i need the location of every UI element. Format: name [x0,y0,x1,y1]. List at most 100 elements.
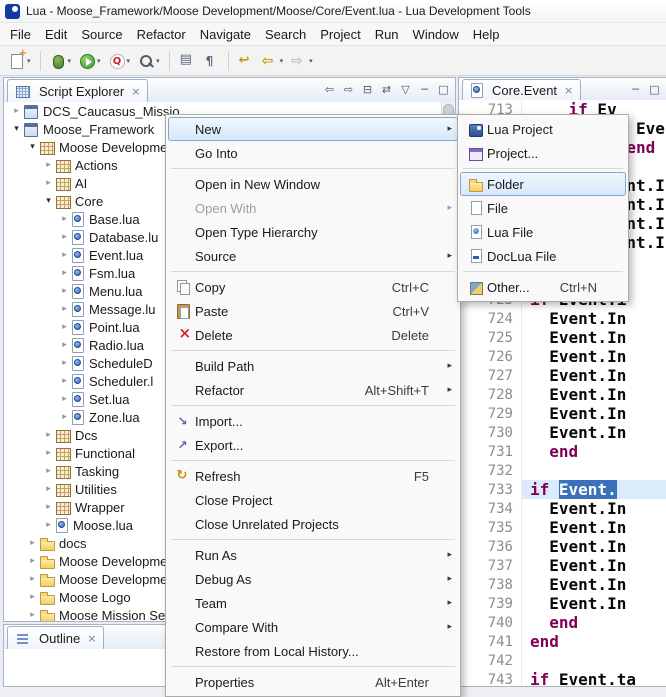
menu-item-delete[interactable]: DeleteDelete [168,323,458,347]
code-line[interactable]: 736 Event.In [459,537,666,556]
menu-source[interactable]: Source [74,25,129,44]
menu-item-refactor[interactable]: RefactorAlt+Shift+T▸ [168,378,458,402]
collapsed-arrow-icon[interactable]: ▸ [58,268,71,278]
menu-item-new[interactable]: New▸ [168,117,458,141]
code-line[interactable]: 726 Event.In [459,347,666,366]
code-line[interactable]: 730 Event.In [459,423,666,442]
collapsed-arrow-icon[interactable]: ▸ [26,574,39,584]
code-line[interactable]: 729 Event.In [459,404,666,423]
close-icon[interactable]: × [87,632,96,645]
code-line[interactable]: 728 Event.In [459,385,666,404]
collapsed-arrow-icon[interactable]: ▸ [42,484,55,494]
forward-icon[interactable]: ⇨ [341,81,356,98]
code-line[interactable]: 739 Event.In [459,594,666,613]
line-number[interactable]: 728 [459,387,521,403]
collapsed-arrow-icon[interactable]: ▸ [42,430,55,440]
menu-item-paste[interactable]: PasteCtrl+V [168,299,458,323]
collapsed-arrow-icon[interactable]: ▸ [58,304,71,314]
line-number[interactable]: 734 [459,501,521,517]
line-number[interactable]: 741 [459,634,521,650]
line-number[interactable]: 725 [459,330,521,346]
collapsed-arrow-icon[interactable]: ▸ [58,358,71,368]
collapsed-arrow-icon[interactable]: ▸ [42,178,55,188]
forward-button[interactable]: ▾ [288,49,316,73]
expanded-arrow-icon[interactable]: ▾ [26,142,39,152]
tab-script-explorer[interactable]: Script Explorer × [7,79,148,103]
menu-search[interactable]: Search [258,25,313,44]
menu-item-restore-from-local-history[interactable]: Restore from Local History... [168,639,458,663]
view-menu-icon[interactable]: ▽ [398,81,413,98]
code-line[interactable]: 724 Event.In [459,309,666,328]
line-number[interactable]: 742 [459,653,521,669]
line-number[interactable]: 743 [459,672,521,687]
collapsed-arrow-icon[interactable]: ▸ [58,250,71,260]
menu-item-folder[interactable]: Folder [460,172,626,196]
minimize-icon[interactable]: ─ [628,81,643,98]
menu-run[interactable]: Run [368,25,406,44]
menu-item-file[interactable]: File [460,196,626,220]
menu-item-open-with[interactable]: Open With▸ [168,196,458,220]
expanded-arrow-icon[interactable]: ▾ [42,196,55,206]
collapsed-arrow-icon[interactable]: ▸ [26,610,39,620]
menu-file[interactable]: File [3,25,38,44]
back-icon[interactable]: ⇦ [322,81,337,98]
menu-item-team[interactable]: Team▸ [168,591,458,615]
menu-item-close-project[interactable]: Close Project [168,488,458,512]
debug-button[interactable]: ▾ [47,49,75,73]
collapsed-arrow-icon[interactable]: ▸ [58,322,71,332]
collapsed-arrow-icon[interactable]: ▸ [42,520,55,530]
code-line[interactable]: 743if Event.ta [459,670,666,686]
maximize-icon[interactable]: □ [647,81,662,98]
code-line[interactable]: 741end [459,632,666,651]
collapsed-arrow-icon[interactable]: ▸ [42,502,55,512]
collapsed-arrow-icon[interactable]: ▸ [58,376,71,386]
menu-item-copy[interactable]: CopyCtrl+C [168,275,458,299]
maximize-icon[interactable]: □ [436,81,451,98]
collapsed-arrow-icon[interactable]: ▸ [26,538,39,548]
dropdown-arrow-icon[interactable]: ▾ [156,57,160,65]
menu-item-project[interactable]: Project... [460,141,626,165]
line-number[interactable]: 735 [459,520,521,536]
close-icon[interactable]: × [131,85,140,98]
new-wizard-button[interactable]: ▾ [6,49,34,73]
menu-item-refresh[interactable]: RefreshF5 [168,464,458,488]
collapsed-arrow-icon[interactable]: ▸ [10,106,23,116]
line-number[interactable]: 729 [459,406,521,422]
menu-window[interactable]: Window [406,25,466,44]
line-number[interactable]: 724 [459,311,521,327]
line-number[interactable]: 739 [459,596,521,612]
code-line[interactable]: 737 Event.In [459,556,666,575]
dropdown-arrow-icon[interactable]: ▾ [97,57,101,65]
dropdown-arrow-icon[interactable]: ▾ [27,57,31,65]
code-line[interactable]: 738 Event.In [459,575,666,594]
tab-core-event[interactable]: Core.Event × [462,79,581,101]
code-line[interactable]: 742 [459,651,666,670]
line-number[interactable]: 737 [459,558,521,574]
collapsed-arrow-icon[interactable]: ▸ [26,556,39,566]
menu-edit[interactable]: Edit [38,25,74,44]
line-number[interactable]: 740 [459,615,521,631]
line-number[interactable]: 731 [459,444,521,460]
collapsed-arrow-icon[interactable]: ▸ [42,160,55,170]
menu-project[interactable]: Project [313,25,367,44]
code-line[interactable]: 725 Event.In [459,328,666,347]
menu-item-other[interactable]: Other...Ctrl+N [460,275,626,299]
dropdown-arrow-icon[interactable]: ▾ [280,57,284,65]
menu-refactor[interactable]: Refactor [130,25,193,44]
line-number[interactable]: 727 [459,368,521,384]
line-number[interactable]: 733 [459,482,521,498]
menu-item-open-in-new-window[interactable]: Open in New Window [168,172,458,196]
dropdown-arrow-icon[interactable]: ▾ [309,57,313,65]
code-line[interactable]: 740 end [459,613,666,632]
link-with-editor-icon[interactable]: ⇄ [379,81,394,98]
menu-item-properties[interactable]: PropertiesAlt+Enter [168,670,458,694]
expanded-arrow-icon[interactable]: ▾ [10,124,23,134]
collapsed-arrow-icon[interactable]: ▸ [42,466,55,476]
line-number[interactable]: 726 [459,349,521,365]
dropdown-arrow-icon[interactable]: ▾ [127,57,131,65]
collapsed-arrow-icon[interactable]: ▸ [58,394,71,404]
menu-help[interactable]: Help [466,25,507,44]
menu-item-compare-with[interactable]: Compare With▸ [168,615,458,639]
collapsed-arrow-icon[interactable]: ▸ [58,214,71,224]
minimize-icon[interactable]: ─ [417,81,432,98]
